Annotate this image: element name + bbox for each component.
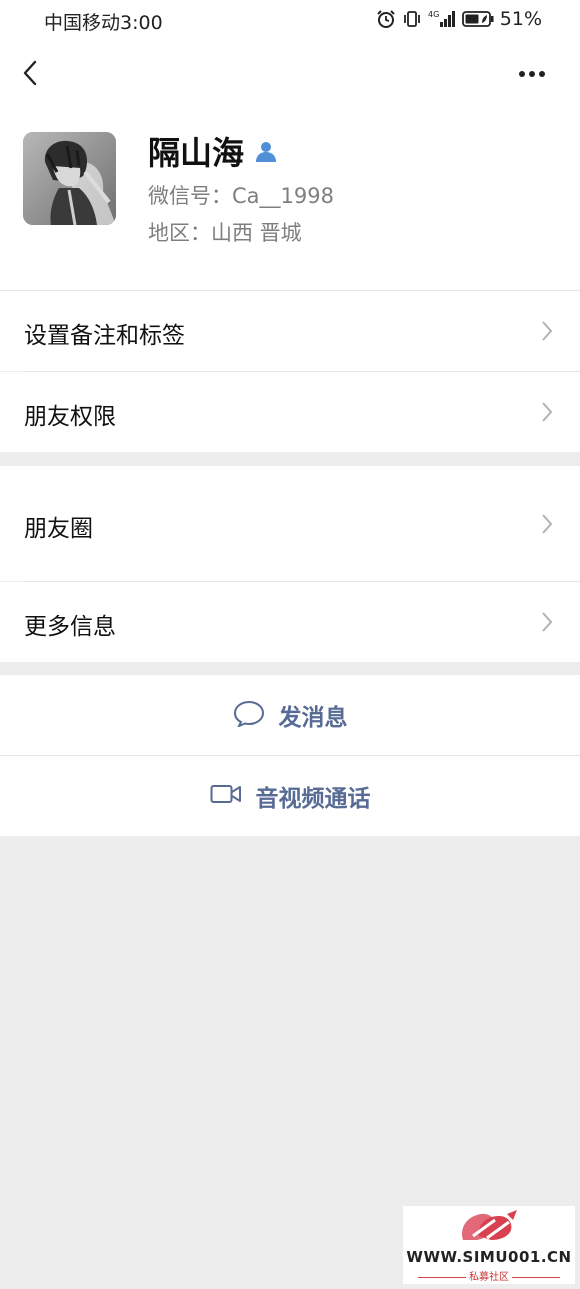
wechat-id: 微信号：Ca__1998 [148, 184, 334, 208]
chevron-right-icon [540, 611, 554, 633]
chevron-right-icon [540, 513, 554, 535]
carrier-name: 中国移动 [44, 12, 121, 34]
nav-bar [0, 40, 580, 110]
send-message-label: 发消息 [278, 705, 348, 731]
signal-icon: 4G [428, 9, 456, 29]
network-type: 4G [428, 10, 439, 19]
contact-person-icon [254, 139, 278, 167]
profile-name: 隔山海 [148, 134, 245, 172]
carrier-time: 中国移动3:00 [44, 8, 163, 35]
more-info-label: 更多信息 [24, 614, 116, 640]
remark-tags-label: 设置备注和标签 [24, 323, 185, 349]
battery-level: 51% [499, 8, 542, 30]
status-icons: 4G 51% [376, 8, 542, 30]
alarm-icon [376, 9, 396, 29]
battery-icon [461, 10, 494, 28]
video-call-label: 音视频通话 [255, 786, 371, 812]
send-message-button[interactable]: 发消息 [0, 675, 580, 755]
chat-bubble-icon [233, 699, 265, 731]
vibrate-icon [402, 9, 422, 29]
watermark-url: WWW.SIMU001.CN [406, 1248, 572, 1266]
more-dots-icon [516, 71, 556, 92]
friend-permissions-row[interactable]: 朋友权限 [0, 372, 580, 452]
clock: 3:00 [120, 12, 163, 34]
video-call-button[interactable]: 音视频通话 [0, 756, 580, 836]
avatar[interactable] [23, 132, 116, 225]
region: 地区：山西 晋城 [148, 221, 302, 245]
watermark: WWW.SIMU001.CN 私募社区 [403, 1206, 575, 1284]
remark-tags-row[interactable]: 设置备注和标签 [0, 291, 580, 371]
chevron-right-icon [540, 320, 554, 342]
back-button[interactable] [14, 56, 48, 90]
profile-header: 隔山海 微信号：Ca__1998 地区：山西 晋城 [0, 110, 580, 290]
chevron-right-icon [540, 401, 554, 423]
video-camera-icon [210, 783, 242, 809]
status-bar: 中国移动3:00 4G 51% [0, 0, 580, 40]
more-options-button[interactable] [516, 60, 556, 88]
more-info-row[interactable]: 更多信息 [0, 582, 580, 662]
watermark-subtitle: 私募社区 [403, 1268, 575, 1283]
moments-label: 朋友圈 [24, 516, 93, 542]
moments-row[interactable]: 朋友圈 [0, 466, 580, 581]
chevron-left-icon [14, 60, 48, 94]
name-row: 隔山海 [148, 132, 278, 174]
watermark-subtitle-text: 私募社区 [469, 1272, 509, 1283]
friend-permissions-label: 朋友权限 [24, 404, 116, 430]
